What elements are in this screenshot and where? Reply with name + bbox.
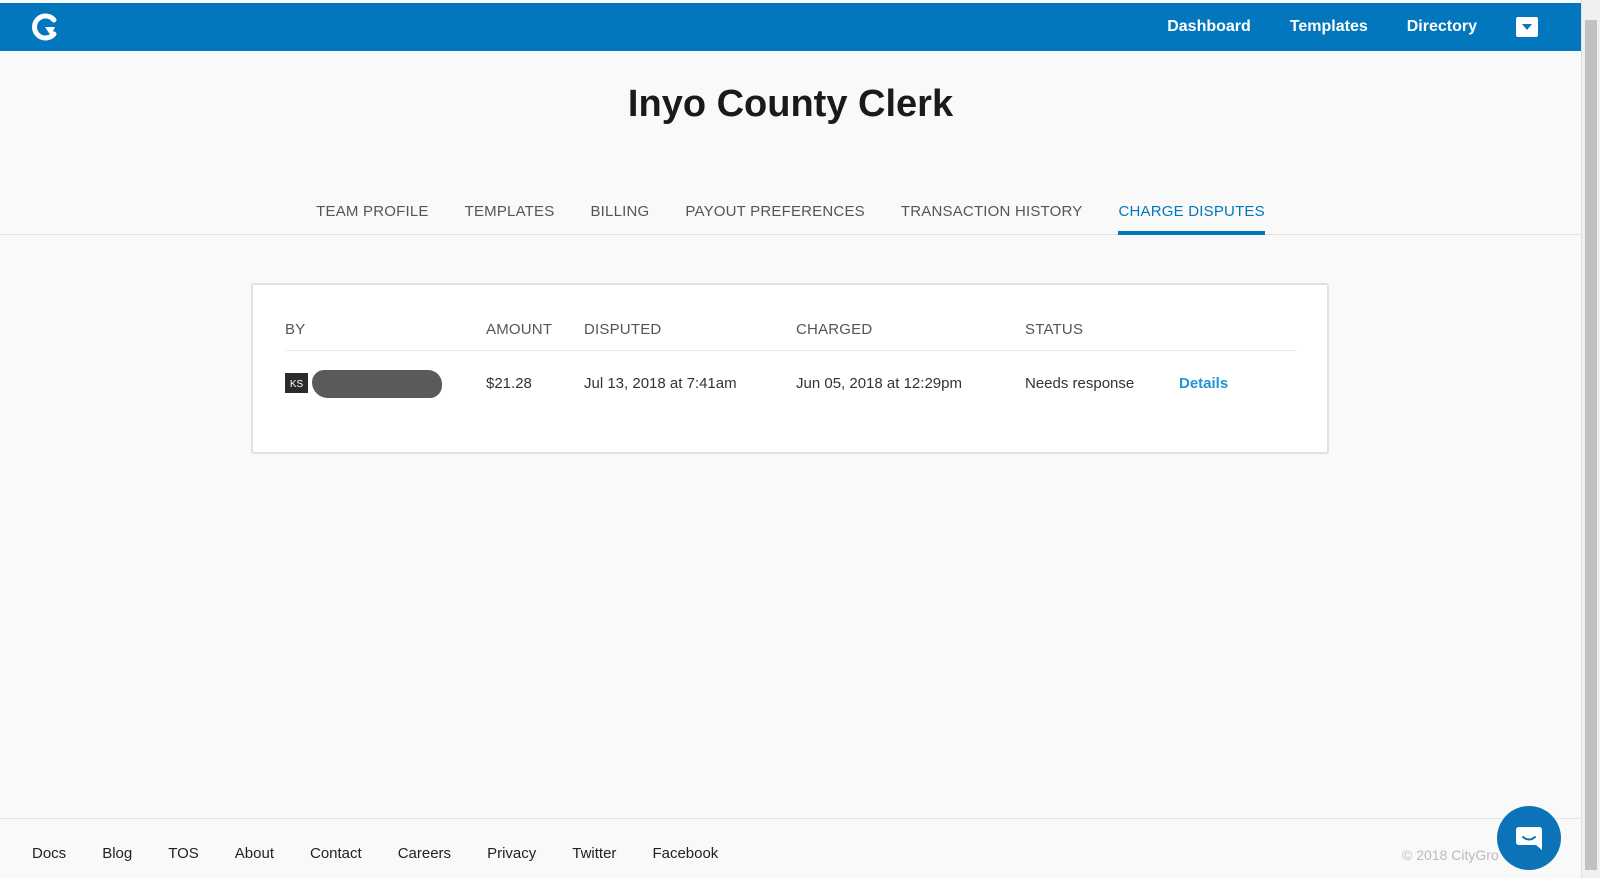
details-link[interactable]: Details (1179, 375, 1228, 392)
footer-link-twitter[interactable]: Twitter (572, 845, 616, 862)
tab-templates[interactable]: TEMPLATES (465, 193, 555, 235)
chevron-down-icon (1522, 24, 1532, 30)
column-header-charged: CHARGED (796, 321, 873, 338)
charge-disputes-card: BY AMOUNT DISPUTED CHARGED STATUS KS $21… (251, 283, 1329, 454)
footer-link-privacy[interactable]: Privacy (487, 845, 536, 862)
vertical-scrollbar[interactable] (1581, 0, 1600, 878)
tab-payout-preferences[interactable]: PAYOUT PREFERENCES (685, 193, 864, 235)
column-header-disputed: DISPUTED (584, 321, 662, 338)
footer-link-docs[interactable]: Docs (32, 845, 66, 862)
scrollbar-thumb[interactable] (1585, 20, 1597, 870)
top-navigation-bar: Dashboard Templates Directory (0, 3, 1581, 51)
column-header-by: BY (285, 321, 306, 338)
page-title: Inyo County Clerk (627, 83, 954, 125)
chat-bubble-icon (1516, 827, 1542, 850)
chat-launcher-button[interactable] (1497, 806, 1561, 870)
tab-charge-disputes[interactable]: CHARGE DISPUTES (1118, 193, 1265, 235)
avatar: KS (285, 373, 308, 393)
footer-link-blog[interactable]: Blog (102, 845, 132, 862)
citygro-logo-icon[interactable] (30, 12, 60, 42)
footer: Docs Blog TOS About Contact Careers Priv… (0, 818, 1581, 878)
amount-cell: $21.28 (486, 375, 532, 392)
footer-link-tos[interactable]: TOS (168, 845, 199, 862)
column-header-status: STATUS (1025, 321, 1084, 338)
tab-billing[interactable]: BILLING (590, 193, 649, 235)
copyright-text: © 2018 CityGro (1402, 847, 1499, 863)
tab-transaction-history[interactable]: TRANSACTION HISTORY (901, 193, 1083, 235)
footer-link-about[interactable]: About (235, 845, 274, 862)
tab-team-profile[interactable]: TEAM PROFILE (316, 193, 428, 235)
disputed-date-cell: Jul 13, 2018 at 7:41am (584, 375, 737, 392)
status-cell: Needs response (1025, 375, 1135, 392)
nav-directory-link[interactable]: Directory (1407, 18, 1477, 36)
footer-link-contact[interactable]: Contact (310, 845, 362, 862)
footer-link-careers[interactable]: Careers (398, 845, 451, 862)
footer-links: Docs Blog TOS About Contact Careers Priv… (32, 845, 754, 862)
nav-dashboard-link[interactable]: Dashboard (1167, 18, 1251, 36)
column-header-amount: AMOUNT (486, 321, 553, 338)
redacted-name (312, 370, 442, 398)
footer-link-facebook[interactable]: Facebook (652, 845, 718, 862)
settings-tabs: TEAM PROFILE TEMPLATES BILLING PAYOUT PR… (0, 193, 1581, 235)
nav-templates-link[interactable]: Templates (1290, 18, 1368, 36)
table-row: KS $21.28 Jul 13, 2018 at 7:41am Jun 05,… (285, 370, 1297, 398)
top-nav-links: Dashboard Templates Directory (1128, 3, 1581, 51)
charged-date-cell: Jun 05, 2018 at 12:29pm (796, 375, 962, 392)
table-header: BY AMOUNT DISPUTED CHARGED STATUS (285, 319, 1297, 351)
account-dropdown-button[interactable] (1516, 17, 1538, 37)
